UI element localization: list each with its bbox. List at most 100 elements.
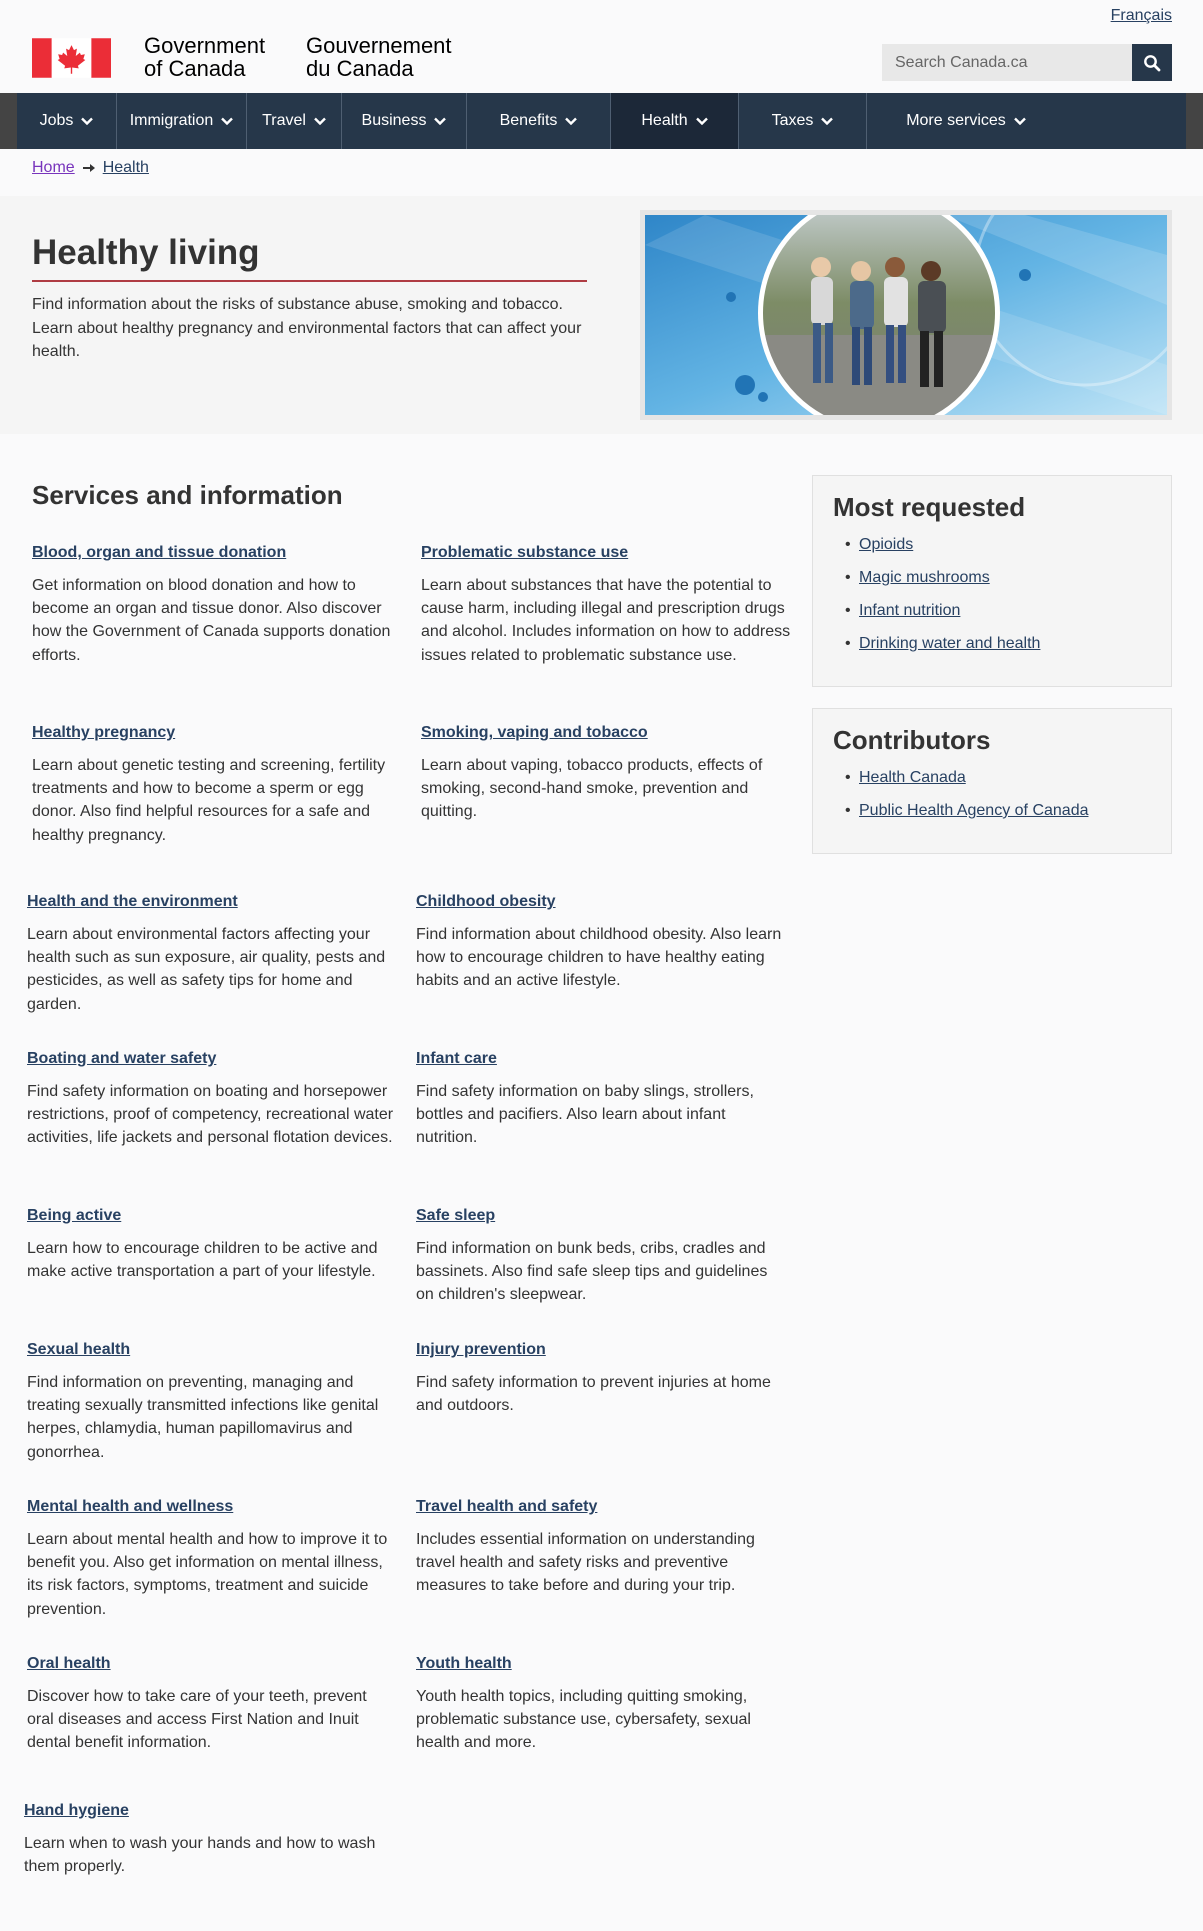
service-link[interactable]: Healthy pregnancy	[32, 724, 402, 742]
contributor-link[interactable]: Health Canada	[859, 769, 966, 786]
chevron-down-icon	[1013, 117, 1026, 125]
chevron-down-icon	[434, 117, 447, 125]
most-requested-list: Opioids Magic mushrooms Infant nutrition Dr…	[833, 535, 1151, 654]
nav-item-label: Jobs	[39, 112, 74, 129]
signature-english[interactable]: Government of Canada	[144, 34, 265, 80]
service-card: Youth health Youth health topics, includi…	[416, 1655, 786, 1755]
service-link[interactable]: Boating and water safety	[27, 1050, 397, 1068]
hero-image	[640, 210, 1172, 420]
nav-item-taxes[interactable]: Taxes	[739, 93, 867, 149]
service-link[interactable]: Youth health	[416, 1655, 786, 1673]
breadcrumb-health-link[interactable]: Health	[103, 159, 149, 177]
nav-item-more-services[interactable]: More services	[867, 93, 1065, 149]
arrow-right-icon	[82, 164, 95, 172]
chevron-down-icon	[81, 117, 94, 125]
nav-item-label: Benefits	[499, 112, 558, 129]
service-card: Mental health and wellness Learn about me…	[27, 1498, 397, 1621]
service-link[interactable]: Problematic substance use	[421, 544, 791, 562]
service-description: Find information on bunk beds, cribs, cr…	[416, 1240, 768, 1304]
service-description: Includes essential information on unders…	[416, 1531, 755, 1595]
service-description: Learn about environmental factors affect…	[27, 926, 386, 1013]
service-link[interactable]: Infant care	[416, 1050, 786, 1068]
nav-item-jobs[interactable]: Jobs	[17, 93, 117, 149]
service-link[interactable]: Mental health and wellness	[27, 1498, 397, 1516]
nav-item-immigration[interactable]: Immigration	[117, 93, 247, 149]
most-requested-link[interactable]: Drinking water and health	[859, 635, 1040, 652]
most-requested-link[interactable]: Infant nutrition	[859, 602, 960, 619]
search-input[interactable]	[882, 44, 1132, 81]
nav-item-label: Immigration	[129, 112, 214, 129]
nav-item-travel[interactable]: Travel	[247, 93, 342, 149]
nav-item-business[interactable]: Business	[342, 93, 467, 149]
service-link[interactable]: Injury prevention	[416, 1341, 786, 1359]
signature-fr-line2: du Canada	[306, 56, 414, 81]
service-description: Learn about substances that have the pot…	[421, 577, 791, 664]
language-toggle-link[interactable]: Français	[1111, 7, 1172, 25]
nav-item-label: Business	[361, 112, 427, 129]
nav-item-health[interactable]: Health	[611, 93, 739, 149]
service-card: Healthy pregnancy Learn about genetic tes…	[32, 724, 402, 847]
contributor-item: Public Health Agency of Canada	[845, 801, 1151, 821]
service-card: Smoking, vaping and tobacco Learn about v…	[421, 724, 791, 824]
service-card: Oral health Discover how to take care of …	[27, 1655, 397, 1755]
service-card: Hand hygiene Learn when to wash your hand…	[24, 1802, 394, 1878]
service-description: Learn how to encourage children to be ac…	[27, 1240, 378, 1281]
service-description: Find information on preventing, managing…	[27, 1374, 379, 1461]
service-link[interactable]: Safe sleep	[416, 1207, 786, 1225]
search-icon	[1144, 54, 1161, 71]
service-card: Health and the environment Learn about en…	[27, 893, 397, 1016]
nav-item-benefits[interactable]: Benefits	[467, 93, 611, 149]
chevron-down-icon	[821, 117, 834, 125]
most-requested-item: Magic mushrooms	[845, 568, 1151, 588]
service-card: Being active Learn how to encourage child…	[27, 1207, 397, 1283]
service-link[interactable]: Childhood obesity	[416, 893, 786, 911]
signature-en-line2: of Canada	[144, 56, 246, 81]
search-button[interactable]	[1132, 44, 1172, 81]
page-lead: Find information about the risks of subs…	[32, 296, 582, 360]
service-description: Discover how to take care of your teeth,…	[27, 1688, 367, 1752]
main-menu: Jobs Immigration Travel Business Benefits Hea…	[0, 93, 1203, 149]
service-card: Injury prevention Find safety information…	[416, 1341, 786, 1417]
service-link[interactable]: Hand hygiene	[24, 1802, 394, 1820]
chevron-down-icon	[695, 117, 708, 125]
service-description: Find safety information to prevent injur…	[416, 1374, 771, 1415]
canada-flag-icon[interactable]	[32, 38, 111, 78]
signature-french[interactable]: Gouvernement du Canada	[306, 34, 452, 80]
chevron-down-icon	[314, 117, 326, 125]
contributor-link[interactable]: Public Health Agency of Canada	[859, 802, 1088, 819]
breadcrumb-home-link[interactable]: Home	[32, 159, 75, 177]
signature-fr-line1: Gouvernement	[306, 33, 452, 58]
title-underline	[32, 280, 587, 282]
service-link[interactable]: Oral health	[27, 1655, 397, 1673]
service-card: Problematic substance use Learn about sub…	[421, 544, 791, 667]
service-link[interactable]: Travel health and safety	[416, 1498, 786, 1516]
service-card: Safe sleep Find information on bunk beds,…	[416, 1207, 786, 1307]
nav-item-label: Health	[641, 112, 688, 129]
service-card: Travel health and safety Includes essenti…	[416, 1498, 786, 1598]
service-card: Infant care Find safety information on ba…	[416, 1050, 786, 1150]
teens-walking-illustration	[645, 215, 1167, 415]
contributors-heading: Contributors	[833, 725, 991, 755]
service-description: Learn when to wash your hands and how to…	[24, 1835, 376, 1876]
most-requested-panel: Most requested Opioids Magic mushrooms Inf…	[812, 475, 1172, 687]
contributors-panel: Contributors Health Canada Public Health …	[812, 708, 1172, 854]
nav-item-label: Taxes	[771, 112, 814, 129]
most-requested-item: Drinking water and health	[845, 634, 1151, 654]
service-link[interactable]: Health and the environment	[27, 893, 397, 911]
service-link[interactable]: Smoking, vaping and tobacco	[421, 724, 791, 742]
site-search	[882, 44, 1172, 81]
service-card: Sexual health Find information on prevent…	[27, 1341, 397, 1464]
most-requested-link[interactable]: Opioids	[859, 536, 913, 553]
most-requested-item: Infant nutrition	[845, 601, 1151, 621]
service-link[interactable]: Being active	[27, 1207, 397, 1225]
service-description: Learn about vaping, tobacco products, ef…	[421, 757, 763, 821]
service-link[interactable]: Blood, organ and tissue donation	[32, 544, 402, 562]
most-requested-item: Opioids	[845, 535, 1151, 555]
service-description: Get information on blood donation and ho…	[32, 577, 391, 664]
most-requested-link[interactable]: Magic mushrooms	[859, 569, 990, 586]
nav-item-label: Travel	[262, 112, 306, 129]
service-description: Youth health topics, including quitting …	[416, 1688, 751, 1752]
service-link[interactable]: Sexual health	[27, 1341, 397, 1359]
services-heading: Services and information	[32, 480, 343, 510]
most-requested-heading: Most requested	[833, 492, 1026, 522]
